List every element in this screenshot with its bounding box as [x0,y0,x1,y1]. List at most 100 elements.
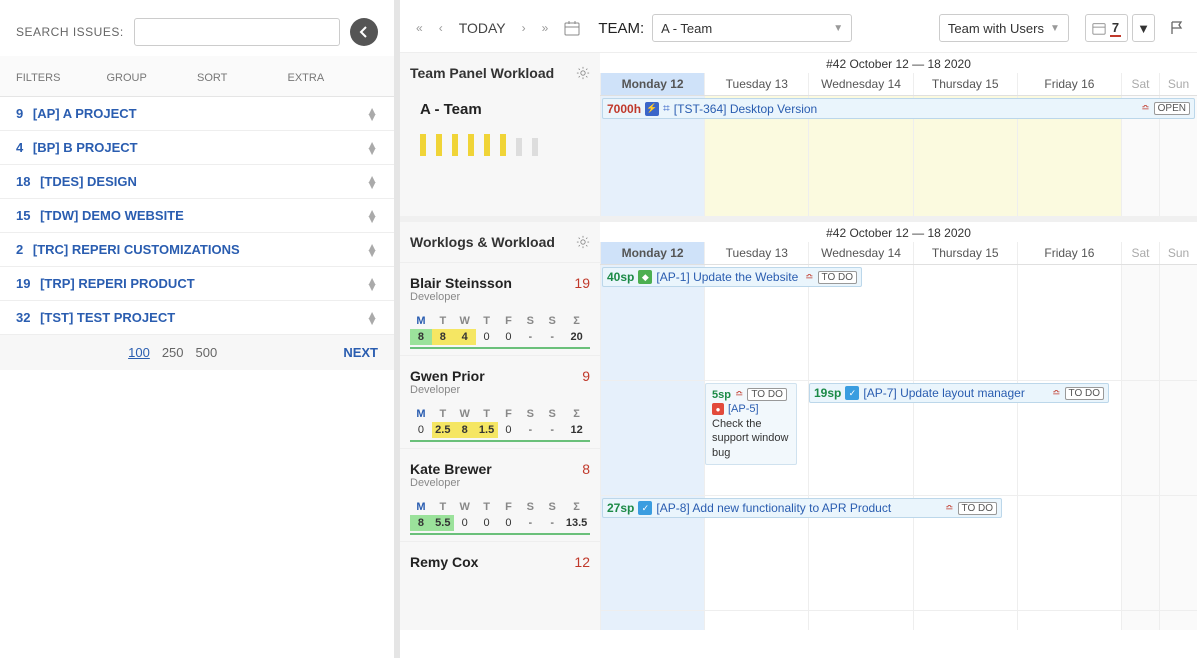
task-ap-7[interactable]: 19sp ✓ [AP-7] Update layout manager ≏TO … [809,383,1109,403]
day-header[interactable]: Sat [1121,242,1159,264]
person-block: Gwen PriorDeveloper9MTWTFSSΣ02.581.50--1… [400,355,600,448]
team-name: A - Team [420,101,580,118]
project-list: 9 [AP] A PROJECT▲▼4 [BP] B PROJECT▲▼18 [… [0,97,394,335]
check-icon: ✓ [845,386,859,400]
person-name: Remy Cox [410,554,478,570]
team-panel-title: Team Panel Workload [410,65,554,81]
sort-icon[interactable]: ▲▼ [366,278,378,290]
task-ap-5[interactable]: 5sp≏TO DO ●[AP-5] Check the support wind… [705,383,797,465]
day-header[interactable]: Tuesday 13 [704,242,808,264]
chevron-down-icon: ▼ [1050,23,1060,34]
day-header[interactable]: Sat [1121,73,1159,95]
person-total: 19 [574,275,590,291]
range-number: 7 [1110,20,1121,37]
sort-icon[interactable]: ▲▼ [366,108,378,120]
next-button[interactable]: NEXT [343,345,378,360]
nav-last-button[interactable]: » [538,19,553,37]
project-item[interactable]: 18 [TDES] DESIGN▲▼ [0,165,394,199]
nav-prev-button[interactable]: ‹ [435,19,447,37]
flag-icon[interactable] [1169,20,1185,36]
project-item[interactable]: 15 [TDW] DEMO WEBSITE▲▼ [0,199,394,233]
days-header: Monday 12Tuesday 13Wednesday 14Thursday … [600,73,1197,96]
project-item[interactable]: 32 [TST] TEST PROJECT▲▼ [0,301,394,335]
lightning-icon: ⚡ [645,102,659,116]
gear-icon[interactable] [576,235,590,249]
sidebar: SEARCH ISSUES: FILTERS GROUP SORT EXTRA … [0,0,400,658]
check-icon: ✓ [638,501,652,515]
priority-icon: ≏ [1141,103,1149,114]
person-name: Blair Steinsson [410,275,512,291]
day-header[interactable]: Friday 16 [1017,242,1121,264]
team-select[interactable]: A - Team ▼ [652,14,852,42]
day-header[interactable]: Thursday 15 [913,242,1017,264]
project-item[interactable]: 9 [AP] A PROJECT▲▼ [0,97,394,131]
sort-icon[interactable]: ▲▼ [366,176,378,188]
project-item[interactable]: 4 [BP] B PROJECT▲▼ [0,131,394,165]
day-header[interactable]: Friday 16 [1017,73,1121,95]
person-block: Kate BrewerDeveloper8MTWTFSSΣ85.5000--13… [400,448,600,541]
person-role: Developer [410,477,492,489]
toolbar: « ‹ TODAY › » TEAM: A - Team ▼ Team with… [400,0,1197,53]
column-headers: FILTERS GROUP SORT EXTRA [0,56,394,97]
person-block: Blair SteinssonDeveloper19MTWTFSSΣ88400-… [400,262,600,355]
project-item[interactable]: 19 [TRP] REPERI PRODUCT▲▼ [0,267,394,301]
person-total: 12 [574,554,590,570]
task-ap-8[interactable]: 27sp ✓ [AP-8] Add new functionality to A… [602,498,1002,518]
day-header[interactable]: Tuesday 13 [704,73,808,95]
bug-icon: ● [712,403,724,415]
page-size-100[interactable]: 100 [128,345,150,360]
event-title: [TST-364] Desktop Version [674,102,817,116]
day-header[interactable]: Wednesday 14 [808,73,912,95]
today-button[interactable]: TODAY [455,20,510,36]
sort-icon[interactable]: ▲▼ [366,244,378,256]
team-bars [420,126,580,156]
status-badge: OPEN [1154,102,1190,115]
search-input[interactable] [134,18,340,46]
back-button[interactable] [350,18,378,46]
page-size-500[interactable]: 500 [196,345,218,360]
nav-first-button[interactable]: « [412,19,427,37]
gear-icon[interactable] [576,66,590,80]
event-tst-364[interactable]: 7000h ⚡ ⌗ [TST-364] Desktop Version ≏ OP… [602,98,1195,119]
page-size-250[interactable]: 250 [162,345,184,360]
sort-icon[interactable]: ▲▼ [366,210,378,222]
sort-icon[interactable]: ▲▼ [366,312,378,324]
person-block: Remy Cox 12 [400,541,600,576]
sort-icon[interactable]: ▲▼ [366,142,378,154]
calendar-icon[interactable] [560,20,584,36]
workload-bar [500,134,506,156]
workload-bar [516,138,522,156]
users-select-value: Team with Users [948,21,1044,36]
person-name: Gwen Prior [410,368,485,384]
person-name: Kate Brewer [410,461,492,477]
workload-bar [484,134,490,156]
chevron-down-icon: ▼ [1137,21,1150,36]
workload-bar [452,134,458,156]
team-label: TEAM: [598,20,644,37]
nav-next-button[interactable]: › [518,19,530,37]
range-dropdown[interactable]: ▼ [1132,14,1155,42]
project-item[interactable]: 2 [TRC] REPERI CUSTOMIZATIONS▲▼ [0,233,394,267]
main: « ‹ TODAY › » TEAM: A - Team ▼ Team with… [400,0,1197,658]
day-header[interactable]: Monday 12 [600,242,704,264]
arrow-left-icon [358,26,370,38]
workload-bar [532,138,538,156]
day-header[interactable]: Sun [1159,242,1197,264]
day-header[interactable]: Monday 12 [600,73,704,95]
range-picker[interactable]: 7 [1085,14,1128,42]
pager: 100 250 500 NEXT [0,335,394,370]
day-header[interactable]: Wednesday 14 [808,242,912,264]
person-total: 8 [582,461,590,477]
subtask-icon: ⌗ [663,101,670,116]
users-select[interactable]: Team with Users ▼ [939,14,1069,42]
col-sort[interactable]: SORT [197,72,288,84]
col-group[interactable]: GROUP [107,72,198,84]
task-ap-1[interactable]: 40sp ◆ [AP-1] Update the Website ≏TO DO [602,267,862,287]
search-label: SEARCH ISSUES: [16,25,124,39]
person-role: Developer [410,291,512,303]
day-header[interactable]: Sun [1159,73,1197,95]
col-extra[interactable]: EXTRA [288,72,379,84]
day-header[interactable]: Thursday 15 [913,73,1017,95]
col-filters[interactable]: FILTERS [16,72,107,84]
chevron-down-icon: ▼ [833,23,843,34]
